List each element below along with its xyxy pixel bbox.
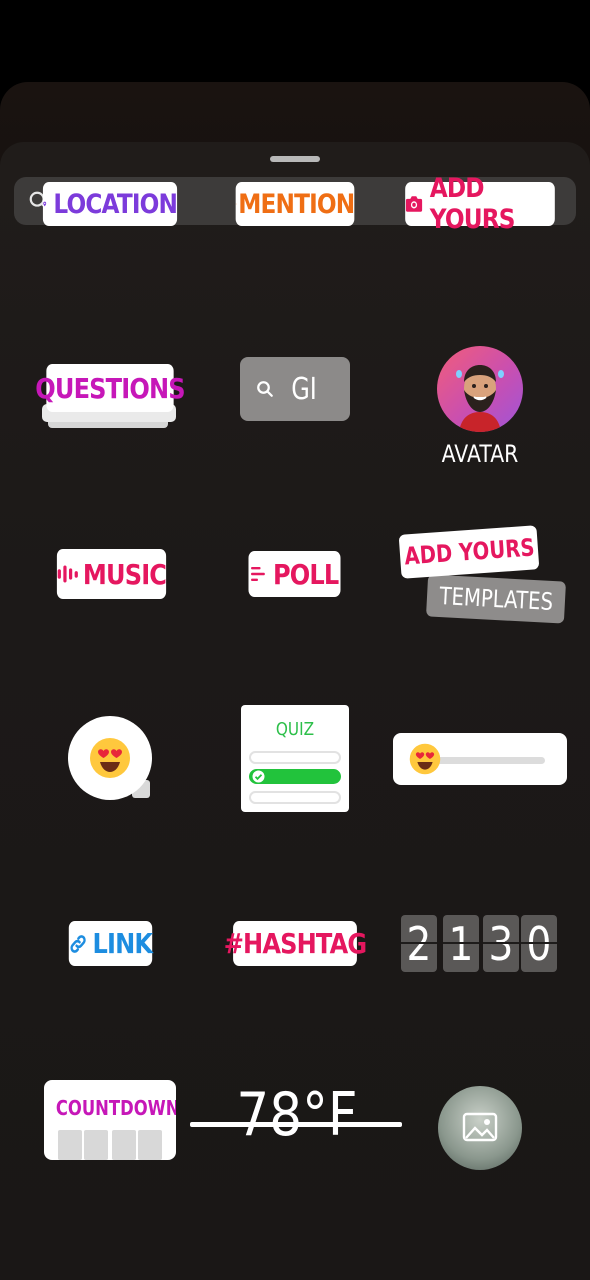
quiz-option [249, 751, 341, 764]
questions-sticker[interactable]: QUESTIONS [35, 364, 186, 432]
music-bars-icon [57, 565, 78, 583]
clock-digit-text: 0 [526, 917, 552, 971]
add-yours-templates-label: ADD YOURS [403, 533, 535, 571]
temperature-strike-line [190, 1122, 402, 1127]
emoji-bubble [68, 716, 152, 800]
clock-digit: 2 [401, 915, 437, 972]
heart-eyes-emoji-icon [409, 743, 441, 775]
threads-at-icon [235, 203, 237, 205]
emoji-slider-sticker[interactable] [393, 733, 567, 785]
image-icon [462, 1112, 498, 1142]
add-yours-sticker[interactable]: ADD YOURS [405, 173, 555, 235]
search-icon [257, 381, 273, 397]
location-label: LOCATION [53, 188, 178, 220]
clock-digit: 3 [483, 915, 519, 972]
clock-digit: 1 [443, 915, 479, 972]
poll-label: POLL [272, 557, 339, 591]
clock-digit-text: 2 [406, 917, 432, 971]
quiz-label: QUIZ [275, 719, 315, 740]
mention-sticker[interactable]: MENTION [235, 182, 355, 226]
clock-digit: 0 [521, 915, 557, 972]
quiz-option [249, 791, 341, 804]
countdown-box [112, 1130, 136, 1160]
add-yours-label: ADD YOURS [429, 173, 516, 235]
music-sticker[interactable]: MUSIC [56, 549, 167, 599]
avatar-sticker[interactable] [437, 346, 523, 432]
templates-label: TEMPLATES [438, 582, 554, 616]
gif-sticker[interactable]: GI [240, 357, 350, 421]
music-label: MUSIC [82, 557, 167, 591]
clock-digit-text: 3 [488, 917, 514, 971]
hashtag-sticker[interactable]: #HASHTAG [224, 921, 367, 966]
poll-lines-icon [251, 567, 266, 581]
slider-track [433, 757, 545, 764]
clock-digit-text: 1 [448, 917, 474, 971]
photo-sticker[interactable] [438, 1086, 522, 1170]
camera-icon [405, 196, 423, 212]
countdown-box [84, 1130, 108, 1160]
temperature-label: 78°F [236, 1080, 358, 1150]
gif-label: GI [291, 371, 317, 407]
link-icon [70, 934, 86, 953]
avatar-character-icon [456, 365, 504, 432]
avatar-label: AVATAR [441, 440, 519, 468]
mention-label: MENTION [238, 188, 355, 220]
heart-eyes-emoji-icon [90, 738, 130, 778]
poll-sticker[interactable]: POLL [248, 551, 341, 597]
countdown-box [58, 1130, 82, 1160]
link-label: LINK [92, 927, 154, 960]
countdown-box [138, 1130, 162, 1160]
location-sticker[interactable]: LOCATION [42, 182, 178, 226]
quiz-sticker[interactable]: QUIZ [241, 705, 349, 812]
checkmark-icon [252, 770, 265, 783]
questions-card: QUESTIONS [35, 364, 186, 412]
countdown-sticker[interactable]: COUNTDOWN [44, 1080, 176, 1160]
countdown-label: COUNTDOWN [55, 1096, 176, 1120]
drag-handle[interactable] [270, 156, 320, 162]
questions-label: QUESTIONS [35, 371, 185, 405]
sticker-tray-screen: LOCATION MENTION ADD YOURS QUESTIONS GI [0, 0, 590, 1280]
link-sticker[interactable]: LINK [68, 921, 154, 966]
location-pin-icon [43, 201, 47, 207]
templates-card: TEMPLATES [425, 574, 567, 624]
hashtag-label: #HASHTAG [223, 927, 367, 960]
